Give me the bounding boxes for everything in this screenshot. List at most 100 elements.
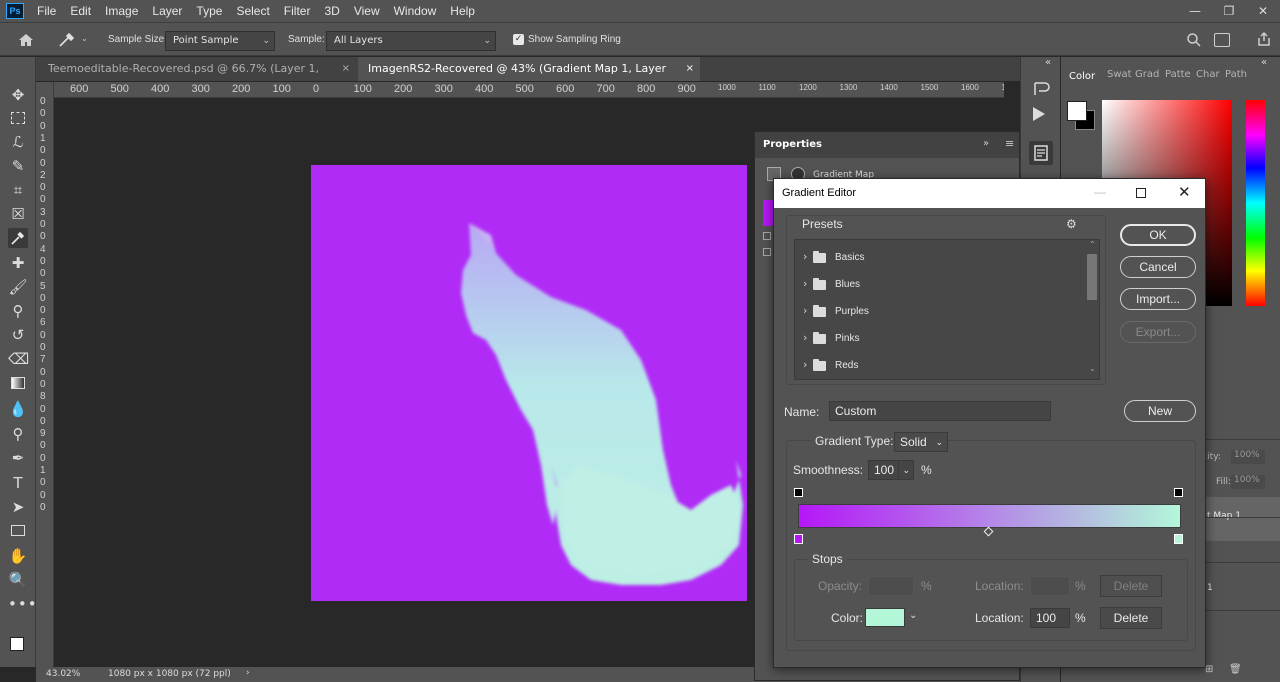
menu-view[interactable]: View (347, 4, 387, 18)
sample-select[interactable]: All Layers ⌄ (326, 31, 496, 51)
smoothness-input[interactable]: 100 ⌄ (868, 460, 914, 480)
share-icon[interactable] (1256, 31, 1272, 47)
tab-color[interactable]: Color (1063, 67, 1107, 89)
sampling-ring-checkbox[interactable]: ✓ (513, 34, 524, 45)
more-tools-icon[interactable]: ••• (8, 594, 37, 614)
new-button[interactable]: New (1124, 400, 1196, 422)
color-location-input[interactable]: 100 (1030, 608, 1070, 628)
close-tab-icon[interactable]: × (686, 57, 694, 81)
eraser-tool-icon[interactable]: ⌫ (8, 349, 29, 369)
home-icon[interactable] (16, 30, 36, 50)
menu-window[interactable]: Window (387, 4, 444, 18)
menu-type[interactable]: Type (189, 4, 229, 18)
menu-filter[interactable]: Filter (277, 4, 318, 18)
menu-layer[interactable]: Layer (145, 4, 189, 18)
gradient-type-select[interactable]: Solid ⌄ (894, 432, 948, 452)
minimize-button[interactable]: — (1178, 0, 1212, 22)
tab-swatches[interactable]: Swat (1107, 69, 1132, 80)
tab-patterns[interactable]: Patte (1165, 69, 1191, 80)
quick-select-tool-icon[interactable]: ✎ (8, 156, 28, 176)
clone-stamp-tool-icon[interactable]: ⚲ (8, 301, 28, 321)
brush-tool-icon[interactable]: 🖌 (8, 277, 28, 297)
preset-folder-pinks[interactable]: › Pinks (795, 327, 1085, 351)
blur-tool-icon[interactable]: 💧 (8, 399, 28, 419)
history-panel-icon[interactable] (1031, 79, 1051, 99)
chevron-right-icon[interactable]: › (246, 668, 250, 678)
color-delete-button[interactable]: Delete (1100, 607, 1162, 629)
chevron-down-icon[interactable]: ⌄ (81, 34, 88, 43)
name-input[interactable]: Custom (829, 401, 1051, 421)
gradient-tool-icon[interactable] (8, 373, 28, 393)
dodge-tool-icon[interactable]: ⚲ (8, 424, 28, 444)
opacity-stop-right[interactable] (1174, 488, 1183, 497)
collapse-icon[interactable]: « (1045, 57, 1051, 68)
frame-tool-icon[interactable]: ☒ (8, 204, 28, 224)
menu-3d[interactable]: 3D (317, 4, 346, 18)
new-layer-icon[interactable]: ⊞ (1205, 664, 1213, 675)
preset-folder-purples[interactable]: › Purples (795, 300, 1085, 324)
opacity-delete-button[interactable]: Delete (1100, 575, 1162, 597)
close-dialog-button[interactable]: ✕ (1178, 183, 1191, 201)
healing-brush-tool-icon[interactable]: ✚ (8, 253, 28, 273)
color-stop-left[interactable] (794, 534, 803, 544)
move-tool-icon[interactable]: ✥ (8, 85, 28, 105)
menu-select[interactable]: Select (229, 4, 276, 18)
menu-help[interactable]: Help (443, 4, 482, 18)
layer-row[interactable] (1201, 517, 1280, 557)
import-button[interactable]: Import... (1120, 288, 1196, 310)
presets-list[interactable]: › Basics › Blues › Purples › Pinks › Red… (794, 239, 1100, 380)
tab-character[interactable]: Char (1196, 69, 1220, 80)
gradient-preview-bar[interactable] (798, 504, 1181, 528)
scroll-down-icon[interactable]: ⌄ (1089, 364, 1096, 373)
delete-layer-icon[interactable]: 🗑 (1229, 664, 1242, 675)
tab-imagenrs2[interactable]: ImagenRS2-Recovered @ 43% (Gradient Map … (358, 57, 700, 99)
search-icon[interactable] (1186, 32, 1202, 48)
rectangle-tool-icon[interactable] (8, 521, 28, 541)
sample-size-select[interactable]: Point Sample ⌄ (165, 31, 275, 51)
menu-image[interactable]: Image (98, 4, 145, 18)
preset-folder-reds[interactable]: › Reds (795, 354, 1085, 378)
chevron-down-icon[interactable]: ⌄ (909, 610, 917, 621)
collapse-icon[interactable]: » (983, 138, 989, 149)
layer-opacity-field[interactable]: 100% (1231, 450, 1265, 464)
ok-button[interactable]: OK (1120, 224, 1196, 246)
export-button[interactable]: Export... (1120, 321, 1196, 343)
menu-edit[interactable]: Edit (63, 4, 98, 18)
tab-paths[interactable]: Path (1225, 69, 1247, 80)
preset-folder-blues[interactable]: › Blues (795, 273, 1085, 297)
color-stop-right[interactable] (1174, 534, 1183, 544)
lasso-tool-icon[interactable]: ℒ (8, 132, 28, 152)
tab-gradients[interactable]: Grad (1135, 69, 1159, 80)
document-canvas[interactable] (311, 165, 747, 601)
type-tool-icon[interactable]: T (8, 473, 28, 493)
restore-button[interactable]: ❐ (1212, 0, 1246, 22)
history-brush-tool-icon[interactable]: ↺ (8, 325, 28, 345)
layer-row-1[interactable]: 1 (1201, 562, 1280, 610)
presets-scrollbar-thumb[interactable] (1087, 254, 1097, 300)
path-selection-tool-icon[interactable]: ➤ (8, 497, 28, 517)
foreground-color-swatch[interactable] (10, 637, 24, 651)
hand-tool-icon[interactable]: ✋ (8, 546, 28, 566)
opacity-input[interactable] (868, 576, 914, 596)
color-stop-swatch[interactable] (865, 608, 905, 627)
eyedropper-tool-icon[interactable] (8, 228, 28, 248)
marquee-tool-icon[interactable] (8, 108, 28, 128)
maximize-dialog-button[interactable] (1136, 188, 1146, 198)
opacity-stop-left[interactable] (794, 488, 803, 497)
gear-icon[interactable]: ⚙ (1066, 217, 1077, 231)
crop-tool-icon[interactable]: ⌗ (8, 180, 28, 200)
tab-teemoeditable[interactable]: Teemoeditable-Recovered.psd @ 66.7% (Lay… (38, 57, 356, 99)
play-action-icon[interactable] (1033, 107, 1045, 121)
close-tab-icon[interactable]: × (342, 57, 350, 81)
panel-menu-icon[interactable]: ≡ (1005, 137, 1014, 150)
close-window-button[interactable]: ✕ (1246, 0, 1280, 22)
collapse-icon[interactable]: « (1261, 57, 1267, 68)
layer-row[interactable] (1201, 610, 1280, 650)
workspace-icon[interactable] (1214, 33, 1230, 47)
zoom-level[interactable]: 43.02% (46, 669, 80, 679)
scroll-up-icon[interactable]: ⌃ (1089, 240, 1096, 249)
hue-slider[interactable] (1246, 100, 1265, 306)
menu-file[interactable]: File (30, 4, 63, 18)
preset-folder-basics[interactable]: › Basics (795, 246, 1085, 270)
cancel-button[interactable]: Cancel (1120, 256, 1196, 278)
